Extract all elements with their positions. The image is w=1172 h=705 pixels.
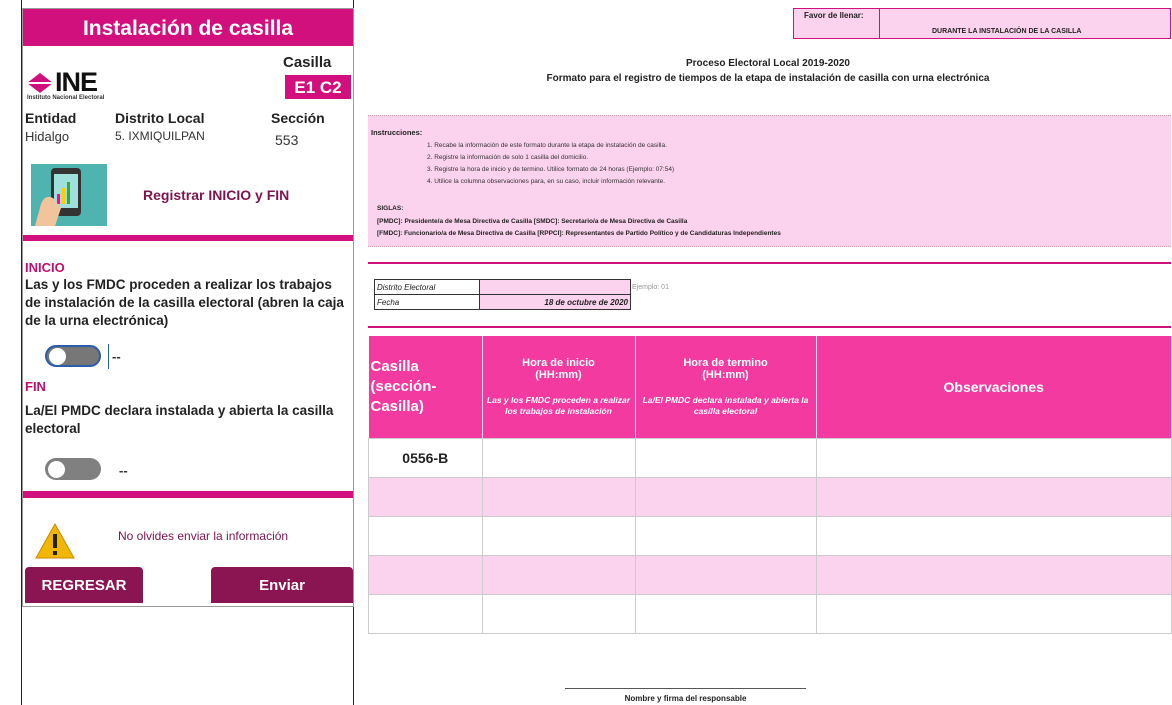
signature-line [565, 688, 806, 689]
col-termino-title: Hora de termino (HH:mm) [683, 357, 768, 381]
seccion-value: 553 [275, 132, 299, 148]
back-button[interactable]: REGRESAR [25, 567, 143, 603]
hora-inicio-cell[interactable] [481, 477, 636, 517]
instruction-item: 1. Recabe la información de este formato… [427, 142, 667, 149]
hora-inicio-cell[interactable] [481, 438, 636, 478]
siglas-heading: SIGLAS: [377, 205, 404, 212]
divider-bar [23, 491, 353, 498]
casilla-cell[interactable]: 0556-B [368, 438, 483, 478]
fin-time: -- [119, 463, 128, 478]
instruction-item: 3. Registre la hora de inicio y de termi… [427, 166, 675, 173]
hora-inicio-cell[interactable] [481, 594, 636, 634]
app-title: Instalación de casilla [23, 9, 353, 46]
col-inicio-header: Hora de inicio (HH:mm) Las y los FMDC pr… [482, 336, 636, 439]
table-row [368, 516, 1172, 556]
col-termino-subtitle: La/El PMDC declara instalada y abierta l… [642, 395, 809, 416]
table-row [368, 477, 1172, 517]
fecha-label: Fecha [374, 294, 480, 310]
distrito-electoral-label: Distrito Electoral [374, 279, 480, 295]
distrito-electoral-input[interactable] [479, 279, 631, 295]
casilla-cell[interactable] [368, 555, 483, 595]
siglas-line: [FMDC]: Funcionario/a de Mesa Directiva … [377, 230, 781, 237]
fill-notice-separator [879, 8, 880, 38]
phone-hand-icon [31, 164, 107, 226]
col-observaciones-header: Observaciones [816, 336, 1172, 439]
seccion-label: Sección [271, 110, 325, 126]
inicio-time: -- [112, 349, 121, 364]
col-inicio-title: Hora de inicio (HH:mm) [522, 357, 595, 381]
toggle-knob [49, 348, 66, 365]
ine-logo-subtitle: Instituto Nacional Electoral [27, 95, 105, 101]
fill-notice-label: Favor de llenar: [804, 11, 864, 20]
distrito-example-hint: Ejemplo: 01 [632, 284, 669, 291]
toggle-knob [48, 460, 65, 478]
inicio-toggle[interactable] [45, 345, 101, 367]
distrito-value: 5. IXMIQUILPAN [115, 129, 205, 143]
send-button[interactable]: Enviar [211, 567, 353, 603]
divider-bar [23, 235, 353, 241]
warning-icon [35, 523, 75, 559]
register-start-end-link[interactable]: Registrar INICIO y FIN [143, 187, 289, 203]
fecha-input[interactable]: 18 de octubre de 2020 [479, 294, 631, 310]
observaciones-cell[interactable] [815, 438, 1172, 478]
casilla-label: Casilla [283, 54, 332, 71]
form-subtitle: Formato para el registro de tiempos de l… [546, 73, 990, 84]
toggle-cursor-line [108, 344, 109, 369]
ine-logo: INE Instituto Nacional Electoral [27, 67, 147, 101]
table-row: 0556-B [368, 438, 1172, 478]
instruction-item: 2. Registre la información de solo 1 cas… [427, 154, 589, 161]
fin-toggle[interactable] [45, 458, 101, 480]
entidad-label: Entidad [25, 110, 77, 126]
casilla-cell[interactable] [368, 477, 483, 517]
inicio-description: Las y los FMDC proceden a realizar los t… [25, 277, 344, 328]
observaciones-cell[interactable] [815, 477, 1172, 517]
header-fields-table: Distrito Electoral Fecha 18 de octubre d… [374, 279, 631, 310]
ine-logo-text: INE [55, 67, 98, 97]
casilla-cell[interactable] [368, 594, 483, 634]
casilla-cell[interactable] [368, 516, 483, 556]
table-row [368, 594, 1172, 634]
observaciones-cell[interactable] [815, 594, 1172, 634]
siglas-line: [PMDC]: Presidente/a de Mesa Directiva d… [377, 218, 688, 225]
instructions-heading: Instrucciones: [371, 128, 423, 137]
hora-termino-cell[interactable] [634, 516, 817, 556]
hora-inicio-cell[interactable] [481, 555, 636, 595]
entidad-value: Hidalgo [25, 129, 70, 144]
fin-description: La/El PMDC declara instalada y abierta l… [25, 403, 334, 436]
form-title: Proceso Electoral Local 2019-2020 [686, 58, 850, 69]
observaciones-cell[interactable] [815, 516, 1172, 556]
hora-termino-cell[interactable] [634, 594, 817, 634]
inicio-heading: INICIO [25, 260, 65, 275]
signature-label: Nombre y firma del responsable [624, 694, 747, 703]
hora-termino-cell[interactable] [634, 477, 817, 517]
warning-message: No olvides enviar la información [118, 529, 289, 543]
col-casilla-header: Casilla (sección-Casilla) [368, 336, 483, 439]
col-termino-header: Hora de termino (HH:mm) La/El PMDC decla… [635, 336, 817, 439]
mobile-app-panel: Instalación de casilla INE Instituto Nac… [22, 8, 354, 607]
fill-notice-value: DURANTE LA INSTALACIÓN DE LA CASILLA [932, 28, 1082, 35]
distrito-label: Distrito Local [115, 110, 205, 126]
hora-termino-cell[interactable] [634, 438, 817, 478]
hora-termino-cell[interactable] [634, 555, 817, 595]
instruction-item: 4. Utilice la columna observaciones para… [427, 178, 666, 185]
times-table: Casilla (sección-Casilla) Hora de inicio… [368, 336, 1172, 634]
ine-diamond-icon [27, 73, 53, 93]
hora-inicio-cell[interactable] [481, 516, 636, 556]
col-inicio-subtitle: Las y los FMDC proceden a realizar los t… [486, 395, 631, 416]
table-row [368, 555, 1172, 595]
observaciones-cell[interactable] [815, 555, 1172, 595]
casilla-code-badge: E1 C2 [285, 75, 351, 99]
fin-heading: FIN [25, 379, 46, 394]
